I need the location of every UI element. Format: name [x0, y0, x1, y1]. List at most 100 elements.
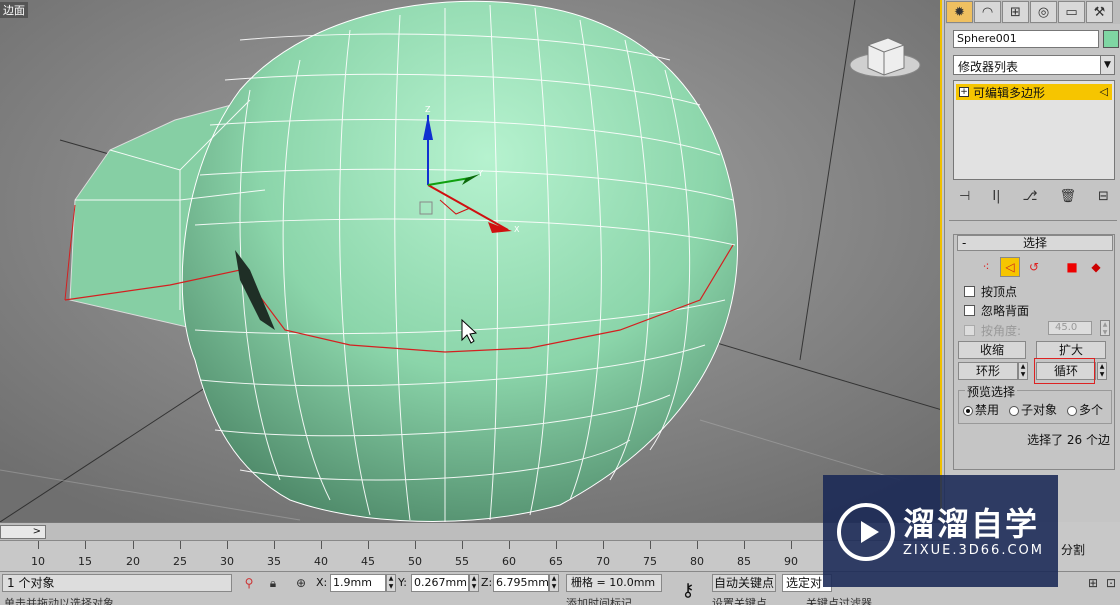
add-time-tag[interactable]: 添加时间标记 — [566, 595, 662, 605]
tick-label: 20 — [126, 555, 140, 568]
isolate-icon[interactable]: ⚲ — [240, 574, 258, 592]
hierarchy-tab[interactable]: ⊞ — [1002, 1, 1029, 23]
time-slider[interactable]: > — [0, 522, 944, 540]
ignore-backfacing-checkbox[interactable] — [964, 305, 975, 316]
selection-rollout: - 选择 ⁖ ◁ ↺ ■ ◆ 按顶点 忽略背面 按角度: 45.0 ▲ ▼ 收缩 … — [953, 234, 1115, 470]
modifier-stack[interactable]: + 可编辑多边形 ◁ — [953, 80, 1115, 180]
stack-item-label: 可编辑多边形 — [973, 85, 1046, 100]
tick-label: 70 — [596, 555, 610, 568]
axis-x-label: X — [514, 225, 520, 234]
by-angle-label: 按角度: — [981, 324, 1022, 338]
stack-toolbar: ⊣ I| ⎇ 🗑 ⊟ — [953, 186, 1115, 206]
expand-icon[interactable]: + — [959, 87, 969, 97]
shrink-button[interactable]: 收缩 — [958, 341, 1026, 359]
watermark-subtitle: ZIXUE.3D66.COM — [903, 543, 1044, 558]
object-count: 1 个对象 — [2, 574, 232, 592]
show-end-result-icon[interactable]: I| — [992, 189, 1000, 204]
hierarchy-icon: ⊞ — [1010, 4, 1021, 20]
x-spinner[interactable]: ▲ ▼ — [386, 574, 396, 592]
pin-stack-icon[interactable]: ⊣ — [959, 189, 970, 204]
preview-selection-group: 预览选择 禁用 子对象 多个 — [958, 383, 1112, 424]
key-filters-button[interactable]: 关键点过滤器 — [806, 595, 886, 605]
selection-rollout-title[interactable]: - 选择 — [957, 235, 1113, 251]
element-icon[interactable]: ◆ — [1086, 257, 1106, 277]
modify-tab[interactable]: ◠ — [974, 1, 1001, 23]
perspective-viewport[interactable]: Z X Y 边面 — [0, 0, 942, 522]
viewport-label[interactable]: 边面 — [0, 2, 28, 18]
by-angle-row: 按角度: — [964, 322, 1021, 339]
by-vertex-checkbox[interactable] — [964, 286, 975, 297]
ring-button[interactable]: 环形 — [958, 362, 1018, 380]
z-coordinate-field[interactable]: 6.795mm — [493, 574, 549, 592]
x-label: X: — [316, 576, 328, 589]
create-tab[interactable]: ✹ — [946, 1, 973, 23]
tick-label: 75 — [643, 555, 657, 568]
tick-label: 10 — [31, 555, 45, 568]
time-slider-handle[interactable]: > — [0, 525, 46, 539]
preview-subobj-option[interactable]: 子对象 — [1009, 401, 1057, 418]
command-tabs: ✹ ◠ ⊞ ◎ ▭ ⚒ — [945, 0, 1120, 24]
tick-label: 35 — [267, 555, 281, 568]
remove-modifier-icon[interactable]: 🗑 — [1060, 189, 1077, 204]
polygon-icon[interactable]: ■ — [1062, 257, 1082, 277]
x-coordinate-field[interactable]: 1.9mm — [330, 574, 386, 592]
curve-icon: ◠ — [981, 4, 994, 20]
split-label[interactable]: 分割 — [1061, 541, 1085, 558]
object-name-field[interactable]: Sphere001 — [953, 30, 1099, 48]
absolute-mode-icon[interactable]: ⊕ — [292, 574, 310, 592]
stack-item-editable-poly[interactable]: + 可编辑多边形 ◁ — [956, 84, 1112, 100]
highlight-box — [1034, 358, 1095, 384]
edge-subobject-icon: ◁ — [1099, 85, 1108, 98]
utilities-tab[interactable]: ⚒ — [1086, 1, 1113, 23]
ring-spinner[interactable]: ▲ ▼ — [1018, 362, 1028, 380]
modifier-list-dropdown[interactable]: 修改器列表 ▼ — [953, 55, 1115, 75]
divider — [949, 220, 1117, 221]
radio-off-icon — [1009, 405, 1020, 416]
selection-title: 选择 — [1022, 236, 1047, 250]
selection-status: 选择了 26 个边 — [1027, 433, 1110, 447]
viewport-nav-icon[interactable]: ⊞ — [1084, 574, 1102, 592]
by-vertex-label: 按顶点 — [981, 285, 1018, 299]
viewport-scene: Z X Y — [0, 0, 940, 522]
sun-icon: ✹ — [954, 4, 965, 20]
preview-selection-label: 预览选择 — [965, 383, 1018, 400]
loop-spinner[interactable]: ▲ ▼ — [1097, 362, 1107, 380]
viewport-nav-icon-2[interactable]: ⊡ — [1102, 574, 1120, 592]
object-color-swatch[interactable] — [1103, 30, 1119, 48]
preview-off-option[interactable]: 禁用 — [963, 401, 999, 418]
z-spinner[interactable]: ▲ ▼ — [549, 574, 559, 592]
vertex-icon[interactable]: ⁖ — [976, 257, 996, 277]
axis-z-label: Z — [425, 105, 431, 114]
watermark: 溜溜自学 ZIXUE.3D66.COM — [823, 475, 1058, 587]
key-icon[interactable]: ⚷ — [672, 580, 704, 602]
y-spinner[interactable]: ▲ ▼ — [469, 574, 479, 592]
y-coordinate-field[interactable]: 0.267mm — [411, 574, 469, 592]
edge-icon[interactable]: ◁ — [1000, 257, 1020, 277]
subobject-level-icons: ⁖ ◁ ↺ ■ ◆ — [976, 257, 1106, 277]
tick-label: 55 — [455, 555, 469, 568]
border-icon[interactable]: ↺ — [1024, 257, 1044, 277]
tick-label: 25 — [173, 555, 187, 568]
angle-value-field: 45.0 — [1048, 321, 1092, 335]
configure-sets-icon[interactable]: ⊟ — [1098, 189, 1109, 204]
preview-radio-row: 禁用 子对象 多个 — [963, 401, 1103, 418]
preview-multi-option[interactable]: 多个 — [1067, 401, 1103, 418]
modifier-list-label: 修改器列表 — [958, 60, 1019, 74]
tick-label: 30 — [220, 555, 234, 568]
ignore-backfacing-label: 忽略背面 — [981, 304, 1030, 318]
grow-button[interactable]: 扩大 — [1036, 341, 1106, 359]
motion-tab[interactable]: ◎ — [1030, 1, 1057, 23]
make-unique-icon[interactable]: ⎇ — [1023, 189, 1038, 204]
track-bar[interactable]: 10 15 20 25 30 35 40 45 50 55 60 65 70 7… — [0, 540, 944, 570]
z-label: Z: — [481, 576, 493, 589]
set-key-button[interactable]: 设置关键点 — [712, 595, 776, 605]
chevron-down-icon: ▼ — [1100, 56, 1114, 74]
tick-label: 80 — [690, 555, 704, 568]
by-vertex-row[interactable]: 按顶点 — [964, 283, 1017, 300]
display-tab[interactable]: ▭ — [1058, 1, 1085, 23]
ignore-backfacing-row[interactable]: 忽略背面 — [964, 302, 1029, 319]
tick-label: 85 — [737, 555, 751, 568]
lock-icon[interactable]: 🔒︎ — [264, 574, 282, 592]
collapse-icon: - — [962, 236, 967, 250]
auto-key-button[interactable]: 自动关键点 — [712, 574, 776, 592]
